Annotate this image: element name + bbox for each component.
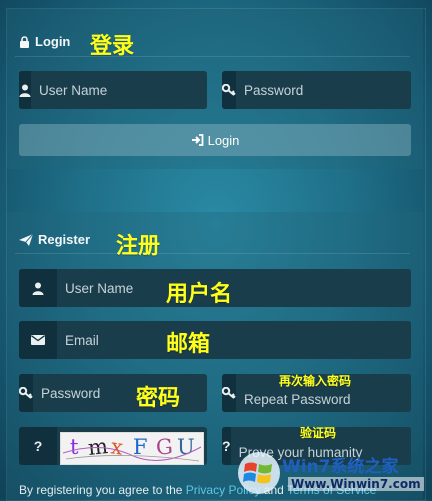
register-password-input[interactable] bbox=[33, 374, 207, 412]
lock-icon bbox=[20, 35, 29, 48]
register-divider bbox=[15, 253, 410, 254]
login-title: Login bbox=[35, 34, 71, 49]
question-icon: ? bbox=[222, 427, 231, 465]
login-password-input[interactable] bbox=[236, 71, 411, 109]
login-button-label: Login bbox=[207, 132, 240, 148]
watermark-url: Www.Winwin7.com bbox=[288, 477, 424, 491]
repeat-password-annotation: 再次输入密码 bbox=[279, 374, 352, 388]
captcha-image[interactable]: t m x F G U bbox=[60, 432, 204, 465]
question-icon: ? bbox=[19, 427, 57, 465]
register-heading: Register bbox=[19, 232, 90, 247]
username-annotation: 用户名 bbox=[166, 282, 233, 307]
envelope-icon bbox=[19, 321, 57, 359]
user-icon bbox=[19, 269, 57, 307]
login-heading: Login bbox=[19, 34, 70, 49]
watermark-brand: Win7系统之家 bbox=[282, 457, 399, 477]
register-title: Register bbox=[38, 232, 91, 247]
windows-logo-icon bbox=[238, 452, 280, 494]
login-password-field bbox=[222, 71, 411, 109]
user-icon bbox=[19, 71, 31, 109]
email-annotation: 邮箱 bbox=[166, 332, 211, 357]
register-username-input[interactable] bbox=[57, 269, 411, 307]
login-button[interactable]: Login bbox=[19, 124, 411, 156]
captcha-noise bbox=[62, 446, 202, 462]
login-divider bbox=[15, 56, 410, 57]
humanity-annotation: 验证码 bbox=[300, 426, 337, 440]
key-icon bbox=[222, 374, 236, 412]
paper-plane-icon bbox=[19, 233, 33, 246]
register-email-field bbox=[19, 321, 411, 359]
login-username-field bbox=[19, 71, 207, 109]
password-annotation: 密码 bbox=[136, 386, 181, 411]
win7-watermark: Win7系统之家 Www.Winwin7.com bbox=[236, 448, 432, 498]
register-email-input[interactable] bbox=[57, 321, 411, 359]
terms-prefix: By registering you agree to the bbox=[19, 483, 186, 497]
key-icon bbox=[222, 71, 236, 109]
sign-in-icon bbox=[191, 134, 203, 146]
key-icon bbox=[19, 374, 33, 412]
register-annotation: 注册 bbox=[116, 234, 161, 259]
login-username-input[interactable] bbox=[31, 71, 207, 109]
